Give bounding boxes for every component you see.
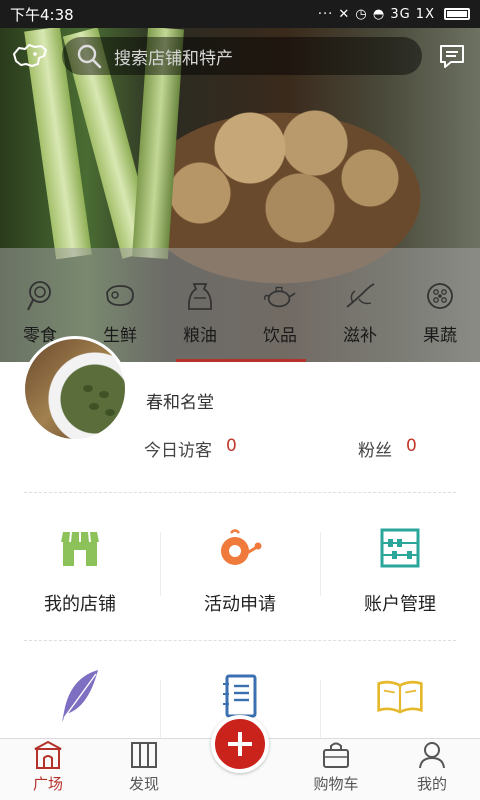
meat-icon — [103, 279, 137, 313]
china-map-icon[interactable] — [10, 41, 50, 71]
category-drinks[interactable]: 饮品 — [245, 279, 315, 346]
category-label: 果蔬 — [423, 325, 457, 346]
category-label: 粮油 — [183, 325, 217, 346]
message-icon[interactable] — [434, 38, 470, 74]
nav-label: 我的 — [416, 775, 447, 793]
discover-icon — [128, 739, 160, 771]
grid-label: 活动申请 — [204, 594, 276, 615]
nav-plaza[interactable]: 广场 — [0, 739, 96, 800]
status-icons: ··· ✕ ◷ ◓ 3G 1X — [318, 7, 470, 22]
avatar-tea-leaf — [83, 385, 93, 392]
visitors-stat: 今日访客 0 — [144, 436, 237, 461]
grid-label: 账户管理 — [364, 594, 436, 615]
cart-icon — [320, 739, 352, 771]
teapot-icon — [263, 279, 297, 313]
category-tonic[interactable]: 滋补 — [325, 279, 395, 346]
storefront-icon — [56, 524, 104, 572]
avatar-tea-leaf — [89, 403, 99, 410]
category-fruits-veg[interactable]: 果蔬 — [405, 279, 475, 346]
search-input[interactable]: 搜索店铺和特产 — [62, 37, 422, 75]
rice-sack-icon — [183, 279, 217, 313]
book-icon — [376, 672, 424, 720]
nav-label: 购物车 — [313, 775, 359, 793]
feature-book-button[interactable] — [320, 672, 480, 744]
activity-apply-button[interactable]: 活动申请 — [160, 524, 320, 624]
fans-count: 0 — [406, 436, 417, 456]
feature-feather-button[interactable] — [0, 670, 160, 742]
nav-profile[interactable]: 我的 — [384, 739, 480, 800]
search-bar: 搜索店铺和特产 — [0, 28, 480, 84]
add-icon — [228, 732, 252, 756]
nav-label: 发现 — [128, 775, 159, 793]
grid-label: 我的店铺 — [44, 594, 116, 615]
feather-icon — [56, 670, 104, 722]
add-button[interactable] — [211, 715, 269, 773]
shop-avatar[interactable] — [22, 336, 128, 442]
search-placeholder: 搜索店铺和特产 — [114, 48, 233, 69]
status-time: 下午4:38 — [10, 5, 74, 24]
shop-name[interactable]: 春和名堂 — [146, 388, 214, 413]
ginseng-icon — [343, 279, 377, 313]
fans-stat: 粉丝 0 — [358, 436, 417, 461]
bottom-nav: 广场 发现 购物车 我的 — [0, 715, 480, 800]
nav-cart[interactable]: 购物车 — [288, 739, 384, 800]
fruit-icon — [423, 279, 457, 313]
nav-discover[interactable]: 发现 — [96, 739, 192, 800]
category-snacks[interactable]: 零食 — [5, 279, 75, 346]
activity-icon — [216, 524, 264, 572]
plaza-icon — [32, 739, 64, 771]
divider — [24, 492, 456, 493]
category-label: 滋补 — [343, 325, 377, 346]
category-indicator — [176, 359, 306, 362]
fans-label: 粉丝 — [358, 441, 392, 461]
shop-panel: 春和名堂 今日访客 0 粉丝 0 我的店铺 活动申请 账户管理 — [0, 336, 480, 744]
visitors-label: 今日访客 — [144, 441, 212, 461]
category-fresh[interactable]: 生鲜 — [85, 279, 155, 346]
notebook-icon — [216, 672, 264, 720]
nav-add[interactable] — [192, 715, 288, 800]
divider — [24, 640, 456, 641]
visitors-count: 0 — [226, 436, 237, 456]
status-indicators: ··· ✕ ◷ ◓ 3G 1X — [317, 6, 435, 22]
my-shop-button[interactable]: 我的店铺 — [0, 524, 160, 624]
feature-grid-row: 我的店铺 活动申请 账户管理 — [0, 524, 480, 624]
category-label: 饮品 — [263, 325, 297, 346]
account-manage-button[interactable]: 账户管理 — [320, 524, 480, 624]
profile-icon — [416, 739, 448, 771]
status-bar: 下午4:38 ··· ✕ ◷ ◓ 3G 1X — [0, 0, 480, 28]
avatar-tea-leaf — [99, 391, 109, 398]
category-label: 生鲜 — [103, 325, 137, 346]
lollipop-icon — [23, 279, 57, 313]
category-grain-oil[interactable]: 粮油 — [165, 279, 235, 346]
avatar-tea-leaf — [105, 409, 115, 416]
search-icon — [77, 44, 102, 69]
nav-label: 广场 — [32, 775, 63, 793]
battery-icon — [444, 8, 470, 20]
abacus-icon — [376, 524, 424, 572]
